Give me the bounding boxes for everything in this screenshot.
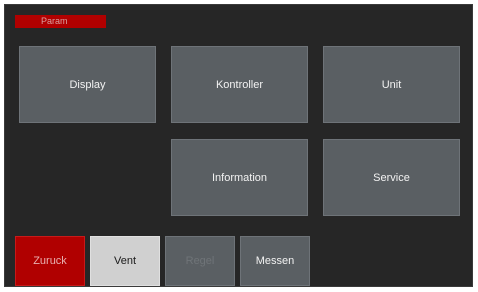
display-button[interactable]: Display (19, 46, 156, 123)
information-button[interactable]: Information (171, 139, 308, 216)
hmi-screen: Param Display Kontroller Unit Informatio… (4, 4, 473, 287)
service-button[interactable]: Service (323, 139, 460, 216)
regel-button[interactable]: Regel (165, 236, 235, 286)
screen-title-tag: Param (15, 15, 106, 28)
kontroller-button[interactable]: Kontroller (171, 46, 308, 123)
messen-button[interactable]: Messen (240, 236, 310, 286)
vent-button[interactable]: Vent (90, 236, 160, 286)
zuruck-button[interactable]: Zuruck (15, 236, 85, 286)
unit-button[interactable]: Unit (323, 46, 460, 123)
